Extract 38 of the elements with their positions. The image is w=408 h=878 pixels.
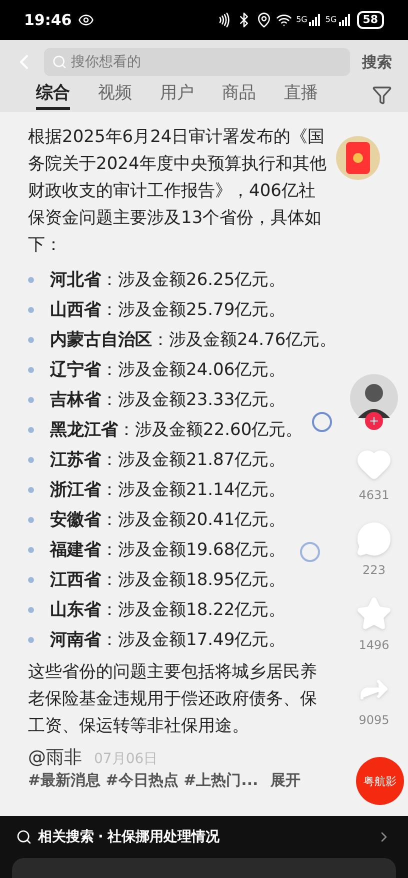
province-item: 吉林省：涉及金额23.33亿元。	[50, 388, 286, 412]
hashtags: #最新消息 #今日热点 #上热门...	[28, 770, 258, 790]
province-item: 河南省：涉及金额17.49亿元。	[50, 628, 286, 652]
tab[interactable]: 视频	[98, 80, 132, 110]
province-item: 山西省：涉及金额25.79亿元。	[50, 298, 286, 322]
province-item: 福建省：涉及金额19.68亿元。	[50, 538, 286, 562]
province-item: 浙江省：涉及金额21.14亿元。	[50, 478, 286, 502]
province-item: 江苏省：涉及金额21.87亿元。	[50, 448, 286, 472]
battery-indicator: 58	[356, 11, 384, 29]
search-input[interactable]: 搜你想看的	[70, 52, 342, 72]
province-item: 黑龙江省：涉及金额22.60亿元。	[50, 418, 303, 442]
status-time: 19:46	[24, 10, 72, 31]
related-search-label: 相关搜索	[38, 828, 94, 846]
floating-button[interactable]: 粤航影	[356, 757, 404, 805]
province-item: 辽宁省：涉及金额24.06亿元。	[50, 358, 286, 382]
province-item: 河北省：涉及金额26.25亿元。	[50, 268, 286, 292]
network-label: 5G	[325, 14, 337, 26]
province-item: 山东省：涉及金额18.22亿元。	[50, 598, 286, 622]
expand-link[interactable]: 展开	[270, 766, 300, 794]
tab[interactable]: 综合	[36, 80, 70, 110]
province-item: 内蒙古自治区：涉及金额24.76亿元。	[50, 328, 337, 352]
province-item: 安徽省：涉及金额20.41亿元。	[50, 508, 286, 532]
related-search-query: 社保挪用处理情况	[107, 828, 220, 846]
action-count: 1496	[358, 637, 390, 654]
tab[interactable]: 直播	[284, 80, 318, 110]
separator-dot: ·	[98, 828, 104, 846]
closing-paragraph: 这些省份的问题主要包括将城乡居民养老保险基金违规用于偿还政府债务、保工资、保运转等非社保用途。	[28, 661, 318, 738]
action-count: 223	[362, 562, 386, 579]
intro-paragraph: 根据2025年6月24日审计署发布的《国务院关于2024年度中央预算执行和其他财政收支的审计工作报告》，406亿社保资金问题主要涉及13个省份，具体如下：	[28, 126, 328, 257]
author-name: @雨非	[28, 746, 82, 770]
network-label: 5G	[296, 14, 308, 26]
action-count: 9095	[358, 712, 390, 729]
province-item: 江西省：涉及金额18.95亿元。	[50, 568, 286, 592]
tab[interactable]: 商品	[222, 80, 256, 110]
action-count: 4631	[358, 487, 390, 504]
tab[interactable]: 用户	[160, 80, 194, 110]
search-button[interactable]: 搜索	[358, 50, 396, 74]
search-field[interactable]: 搜你想看的	[44, 48, 350, 76]
